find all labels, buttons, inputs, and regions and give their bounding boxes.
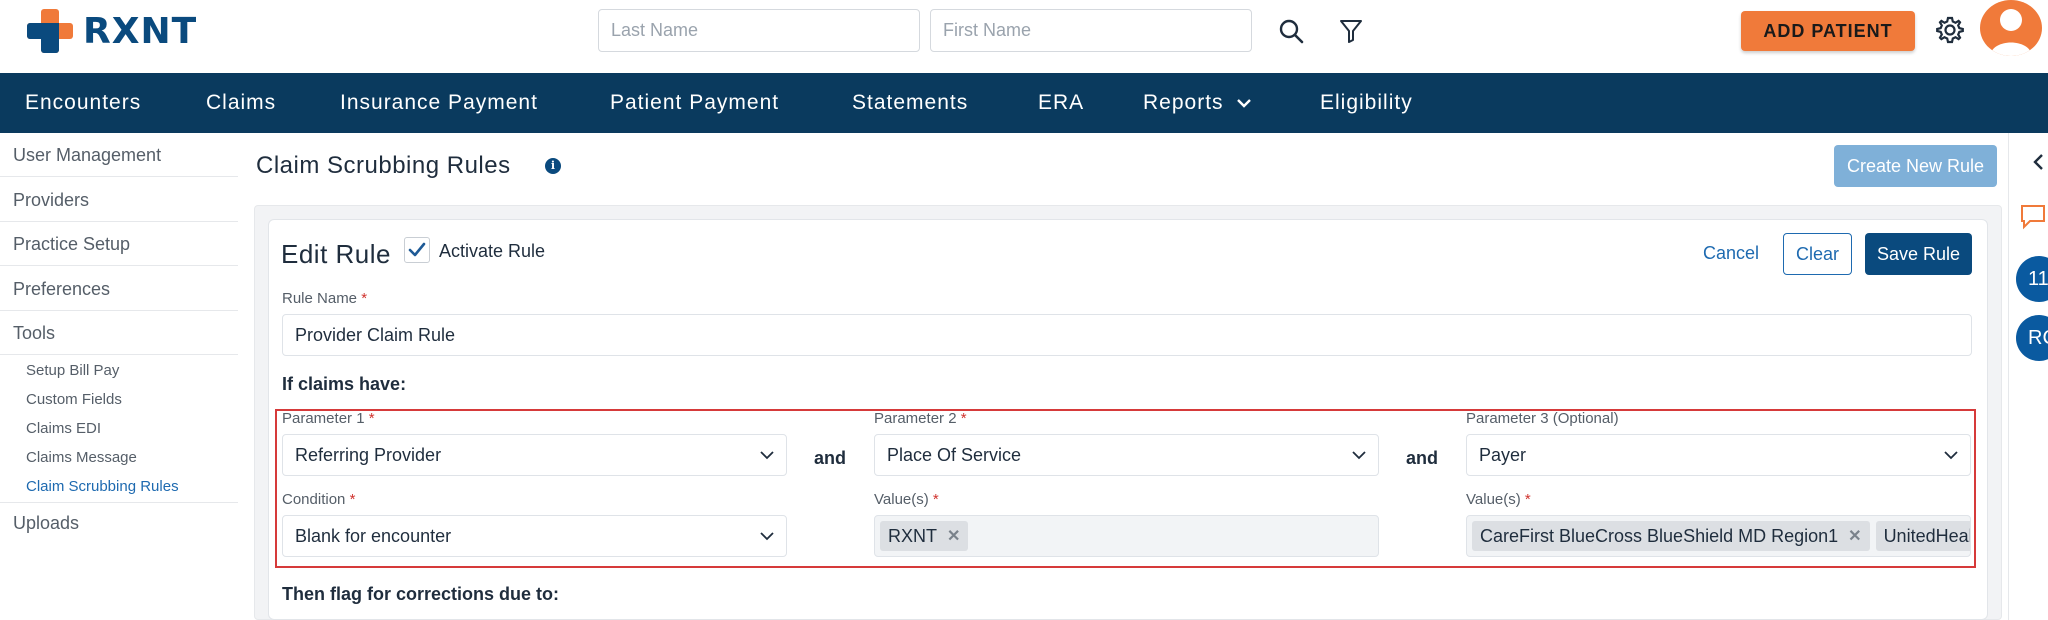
- parameter-2-label: Parameter 2 *: [874, 410, 967, 427]
- info-icon[interactable]: i: [545, 158, 561, 174]
- values-3-multiselect[interactable]: CareFirst BlueCross BlueShield MD Region…: [1466, 515, 1971, 557]
- save-rule-button[interactable]: Save Rule: [1865, 233, 1972, 275]
- clear-button[interactable]: Clear: [1783, 233, 1852, 275]
- checkmark-icon: [408, 242, 426, 257]
- nav-encounters[interactable]: Encounters: [25, 91, 141, 115]
- sidebar-subitem-custom-fields[interactable]: Custom Fields: [26, 391, 122, 408]
- chat-icon[interactable]: [2018, 202, 2048, 232]
- if-claims-have-label: If claims have:: [282, 374, 407, 394]
- values-2-multiselect[interactable]: RXNT ✕: [874, 515, 1379, 557]
- nav-reports[interactable]: Reports: [1143, 91, 1252, 115]
- nav-statements[interactable]: Statements: [852, 91, 968, 115]
- activate-rule-checkbox[interactable]: [404, 237, 430, 263]
- parameter-3-select[interactable]: Payer: [1466, 434, 1971, 476]
- nav-insurance-payment[interactable]: Insurance Payment: [340, 91, 538, 115]
- add-patient-button[interactable]: ADD PATIENT: [1741, 11, 1915, 51]
- activate-rule-label: Activate Rule: [439, 241, 546, 261]
- values-2-label: Value(s) *: [874, 491, 939, 508]
- chevron-down-icon: [1944, 450, 1958, 459]
- filter-icon[interactable]: [1336, 16, 1366, 46]
- sidebar-item-preferences[interactable]: Preferences: [13, 279, 110, 300]
- sidebar-item-user-management[interactable]: User Management: [13, 145, 161, 166]
- value-chip: UnitedHealt: [1875, 521, 1971, 551]
- logo-text: RXNT: [83, 10, 198, 52]
- chevron-down-icon: [760, 531, 774, 540]
- parameter-2-value: Place Of Service: [887, 444, 1022, 465]
- sidebar-item-practice-setup[interactable]: Practice Setup: [13, 234, 130, 255]
- search-icon[interactable]: [1276, 16, 1306, 46]
- value-chip: RXNT ✕: [880, 521, 969, 551]
- parameter-3-label: Parameter 3 (Optional): [1466, 410, 1619, 427]
- parameter-1-label: Parameter 1 *: [282, 410, 375, 427]
- chevron-down-icon: [760, 450, 774, 459]
- first-name-input[interactable]: [930, 9, 1252, 52]
- parameter-2-select[interactable]: Place Of Service: [874, 434, 1379, 476]
- and-label-1: and: [814, 448, 847, 468]
- rule-name-label: Rule Name *: [282, 290, 368, 307]
- sidebar-item-providers[interactable]: Providers: [13, 190, 89, 211]
- and-label-2: and: [1406, 448, 1439, 468]
- parameter-3-value: Payer: [1479, 444, 1527, 465]
- value-chip-label: CareFirst BlueCross BlueShield MD Region…: [1480, 525, 1839, 546]
- then-flag-label: Then flag for corrections due to:: [282, 584, 560, 604]
- sidebar-item-uploads[interactable]: Uploads: [13, 513, 79, 534]
- value-chip-label: RXNT: [888, 525, 937, 546]
- rxnt-logo[interactable]: RXNT: [27, 7, 197, 55]
- chevron-down-icon: [1236, 99, 1251, 108]
- nav-reports-label: Reports: [1143, 91, 1224, 114]
- remove-chip-icon[interactable]: ✕: [1848, 526, 1861, 546]
- nav-era[interactable]: ERA: [1038, 91, 1084, 115]
- condition-select[interactable]: Blank for encounter: [282, 515, 787, 557]
- remove-chip-icon[interactable]: ✕: [947, 526, 960, 546]
- parameter-1-select[interactable]: Referring Provider: [282, 434, 787, 476]
- gear-icon[interactable]: [1934, 14, 1966, 46]
- sidebar-item-tools[interactable]: Tools: [13, 323, 55, 344]
- value-chip: CareFirst BlueCross BlueShield MD Region…: [1472, 521, 1870, 551]
- last-name-input[interactable]: [598, 9, 920, 52]
- collapse-chevron-icon[interactable]: [2028, 150, 2048, 174]
- value-chip-label: UnitedHealt: [1883, 525, 1971, 546]
- cancel-link[interactable]: Cancel: [1703, 243, 1759, 264]
- page-title: Claim Scrubbing Rules: [256, 152, 511, 179]
- edit-rule-title: Edit Rule: [281, 239, 391, 269]
- rule-name-input[interactable]: Provider Claim Rule: [282, 314, 1972, 356]
- sidebar-subitem-setup-bill-pay[interactable]: Setup Bill Pay: [26, 362, 119, 379]
- sidebar-subitem-claims-message[interactable]: Claims Message: [26, 449, 137, 466]
- sidebar: User Management Providers Practice Setup…: [0, 133, 240, 620]
- nav-eligibility[interactable]: Eligibility: [1320, 91, 1413, 115]
- user-avatar[interactable]: [1980, 0, 2042, 56]
- parameter-1-value: Referring Provider: [295, 444, 442, 465]
- sidebar-subitem-claims-edi[interactable]: Claims EDI: [26, 420, 101, 437]
- chevron-down-icon: [1352, 450, 1366, 459]
- logo-cross-icon: [27, 7, 75, 55]
- top-header: RXNT ADD PATIENT: [0, 0, 2048, 73]
- nav-claims[interactable]: Claims: [206, 91, 276, 115]
- sidebar-subitem-claim-scrubbing-rules[interactable]: Claim Scrubbing Rules: [26, 478, 179, 495]
- condition-label: Condition *: [282, 491, 356, 508]
- values-3-label: Value(s) *: [1466, 491, 1531, 508]
- nav-patient-payment[interactable]: Patient Payment: [610, 91, 779, 115]
- condition-value: Blank for encounter: [295, 525, 452, 546]
- create-new-rule-button[interactable]: Create New Rule: [1834, 145, 1997, 187]
- main-nav: Encounters Claims Insurance Payment Pati…: [0, 73, 2048, 133]
